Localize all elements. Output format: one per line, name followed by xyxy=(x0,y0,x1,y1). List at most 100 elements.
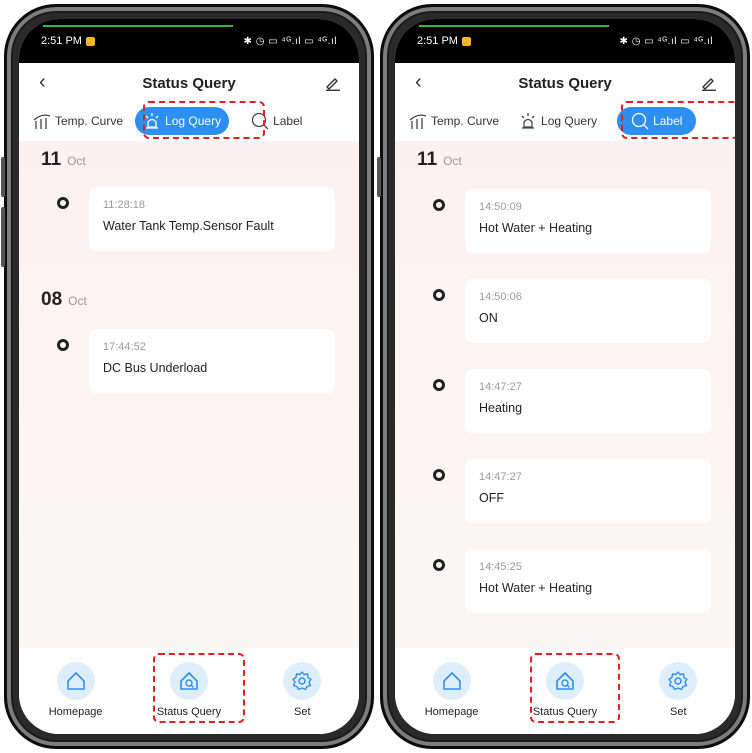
app-header: ‹ Status Query xyxy=(19,63,359,103)
search-icon xyxy=(631,112,649,130)
log-text: DC Bus Underload xyxy=(103,361,208,375)
log-time: 14:47:27 xyxy=(479,381,522,393)
log-card: 14:47:27 Heating xyxy=(465,369,711,433)
log-list: 11 Oct 14:50:09 Hot Water + Heating 14:5… xyxy=(395,141,735,648)
temperature-curve-icon xyxy=(33,114,51,129)
screen-log-query: 2:51 PM ✱ ◷ ▭ ⁴ᴳ.ıl ▭ ⁴ᴳ.ıl ‹ Status Que… xyxy=(19,19,359,734)
alarm-light-icon xyxy=(521,113,535,129)
status-bar: 2:51 PM ✱ ◷ ▭ ⁴ᴳ.ıl ▭ ⁴ᴳ.ıl xyxy=(395,19,735,63)
pencil-icon[interactable] xyxy=(701,75,717,91)
nav-status-query[interactable]: Status Query xyxy=(520,662,610,718)
gear-icon xyxy=(292,671,313,691)
log-entry[interactable]: 14:47:27 OFF xyxy=(425,459,711,523)
status-indicator-line xyxy=(43,25,233,27)
nav-icon-circle xyxy=(169,662,208,700)
timeline-dot-icon xyxy=(433,289,445,301)
home-icon xyxy=(442,672,461,690)
screen-label: 2:51 PM ✱ ◷ ▭ ⁴ᴳ.ıl ▭ ⁴ᴳ.ıl ‹ Status Que… xyxy=(395,19,735,734)
log-entry[interactable]: 14:45:25 Hot Water + Heating xyxy=(425,549,711,613)
timeline-dot-icon xyxy=(433,469,445,481)
date-day: 08 xyxy=(41,289,63,310)
pencil-icon[interactable] xyxy=(325,75,341,91)
date-month: Oct xyxy=(443,154,462,168)
log-text: Hot Water + Heating xyxy=(479,581,593,595)
back-chevron-icon[interactable]: ‹ xyxy=(39,71,46,94)
tab-label: Temp. Curve xyxy=(55,114,124,128)
nav-icon-circle xyxy=(283,662,322,700)
tab-label-search[interactable]: Label xyxy=(243,107,310,135)
log-time: 14:50:06 xyxy=(479,291,522,303)
status-time: 2:51 PM xyxy=(417,35,458,47)
nav-set[interactable]: Set xyxy=(633,662,723,718)
search-icon xyxy=(251,112,269,130)
tab-bar: Temp. Curve Log Query Label xyxy=(19,105,359,137)
log-time: 14:50:09 xyxy=(479,201,522,213)
log-card: 14:47:27 OFF xyxy=(465,459,711,523)
log-text: ON xyxy=(479,311,498,325)
status-indicator-line xyxy=(419,25,609,27)
notification-icon xyxy=(85,36,95,46)
status-time: 2:51 PM xyxy=(41,35,82,47)
page-title: Status Query xyxy=(518,74,612,92)
log-time: 17:44:52 xyxy=(103,341,146,353)
page-title: Status Query xyxy=(142,74,236,92)
date-header: 11 Oct xyxy=(417,149,462,171)
nav-label: Status Query xyxy=(156,706,222,718)
log-entry[interactable]: 17:44:52 DC Bus Underload xyxy=(49,329,335,393)
nav-icon-circle xyxy=(545,662,584,700)
log-entry[interactable]: 11:28:18 Water Tank Temp.Sensor Fault xyxy=(49,187,335,251)
volume-button xyxy=(1,157,5,197)
date-month: Oct xyxy=(68,294,87,308)
tab-label: Label xyxy=(653,114,683,128)
nav-label: Status Query xyxy=(532,706,598,718)
log-entry[interactable]: 14:50:06 ON xyxy=(425,279,711,343)
status-icons: ✱ ◷ ▭ ⁴ᴳ.ıl ▭ ⁴ᴳ.ıl xyxy=(243,35,337,47)
status-icons: ✱ ◷ ▭ ⁴ᴳ.ıl ▭ ⁴ᴳ.ıl xyxy=(619,35,713,47)
bottom-nav: Homepage Status Query Set xyxy=(19,648,359,734)
log-time: 14:45:25 xyxy=(479,561,522,573)
nav-label: Homepage xyxy=(48,706,103,718)
date-day: 11 xyxy=(41,149,62,170)
log-card: 14:45:25 Hot Water + Heating xyxy=(465,549,711,613)
date-header: 08 Oct xyxy=(41,289,87,311)
nav-icon-circle xyxy=(432,662,471,700)
date-header: 11 Oct xyxy=(41,149,86,171)
tab-temp-curve[interactable]: Temp. Curve xyxy=(401,107,507,135)
home-icon xyxy=(66,672,85,690)
tab-label: Label xyxy=(273,114,303,128)
log-text: OFF xyxy=(479,491,504,505)
log-time: 14:47:27 xyxy=(479,471,522,483)
log-card: 14:50:06 ON xyxy=(465,279,711,343)
bottom-nav: Homepage Status Query Set xyxy=(395,648,735,734)
temperature-curve-icon xyxy=(409,114,427,129)
log-text: Water Tank Temp.Sensor Fault xyxy=(103,219,274,233)
tab-label: Temp. Curve xyxy=(431,114,500,128)
timeline-dot-icon xyxy=(57,197,69,209)
log-text: Heating xyxy=(479,401,523,415)
tab-label-search[interactable]: Label xyxy=(617,107,697,135)
log-text: Hot Water + Heating xyxy=(479,221,593,235)
nav-label: Set xyxy=(670,706,687,718)
back-chevron-icon[interactable]: ‹ xyxy=(415,71,422,94)
nav-label: Set xyxy=(294,706,311,718)
log-entry[interactable]: 14:47:27 Heating xyxy=(425,369,711,433)
nav-icon-circle xyxy=(659,662,698,700)
log-time: 11:28:18 xyxy=(103,199,146,211)
tab-label: Log Query xyxy=(165,114,222,128)
nav-set[interactable]: Set xyxy=(257,662,347,718)
phone-frame-left: 2:51 PM ✱ ◷ ▭ ⁴ᴳ.ıl ▭ ⁴ᴳ.ıl ‹ Status Que… xyxy=(1,4,374,749)
log-entry[interactable]: 14:50:09 Hot Water + Heating xyxy=(425,189,711,253)
tab-log-query[interactable]: Log Query xyxy=(135,107,230,135)
app-header: ‹ Status Query xyxy=(395,63,735,103)
tab-temp-curve[interactable]: Temp. Curve xyxy=(25,107,131,135)
tab-log-query[interactable]: Log Query xyxy=(511,107,605,135)
timeline-dot-icon xyxy=(433,199,445,211)
log-card: 11:28:18 Water Tank Temp.Sensor Fault xyxy=(89,187,335,251)
nav-status-query[interactable]: Status Query xyxy=(144,662,234,718)
date-month: Oct xyxy=(67,154,86,168)
gear-icon xyxy=(668,671,689,691)
phone-frame-right: 2:51 PM ✱ ◷ ▭ ⁴ᴳ.ıl ▭ ⁴ᴳ.ıl ‹ Status Que… xyxy=(377,4,750,749)
nav-homepage[interactable]: Homepage xyxy=(31,662,121,718)
volume-button xyxy=(377,157,381,197)
nav-homepage[interactable]: Homepage xyxy=(407,662,497,718)
